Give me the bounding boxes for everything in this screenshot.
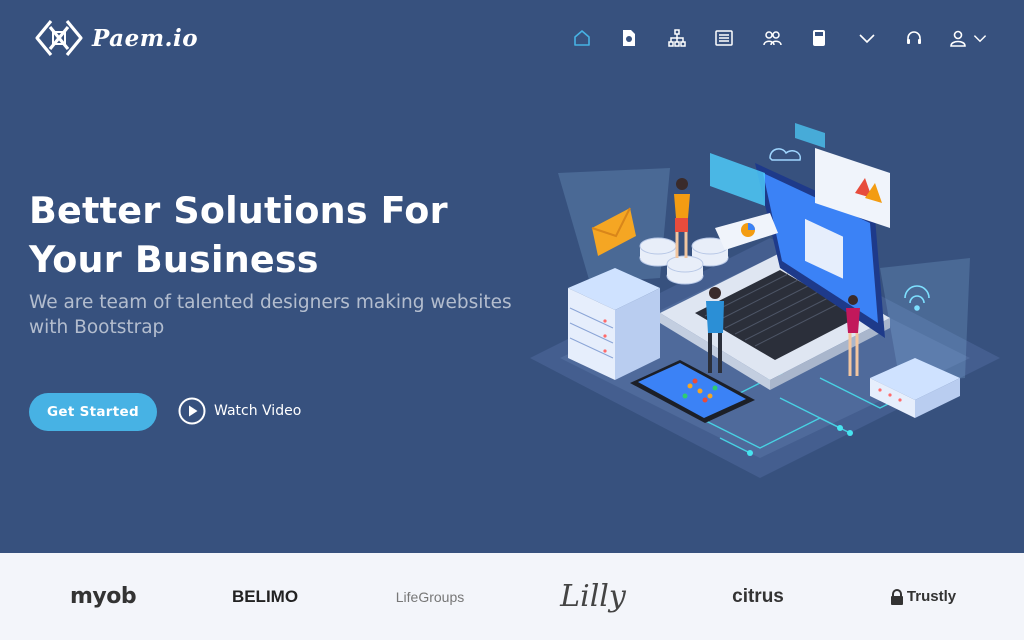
clients-strip: myob BELIMO LifeGroups Lilly citrus Trus… — [0, 553, 1024, 640]
client-logo-belimo: BELIMO — [231, 586, 299, 606]
client-logo-trustly: Trustly — [888, 553, 958, 640]
client-logo-lifegroups: LifeGroups — [395, 588, 465, 605]
nav-calculator[interactable] — [796, 24, 844, 52]
brand-logo[interactable]: Paem.io — [34, 16, 198, 60]
nav-documents[interactable] — [606, 24, 654, 52]
lock-icon — [890, 588, 903, 605]
nav-support[interactable] — [891, 24, 939, 52]
team-icon — [763, 31, 782, 46]
client-logo-citrus: citrus — [732, 585, 784, 607]
nav-user-menu[interactable] — [938, 24, 998, 52]
client-logo-lilly: Lilly — [560, 579, 626, 614]
sitemap-icon — [668, 29, 686, 47]
play-circle-icon — [178, 397, 206, 425]
headline-line-2: Your Business — [29, 238, 319, 281]
get-started-button[interactable]: Get Started — [29, 393, 157, 431]
nav-more-dropdown[interactable] — [843, 24, 891, 52]
watch-video-label: Watch Video — [214, 403, 302, 419]
trustly-wordmark: Trustly — [906, 588, 957, 605]
list-icon — [715, 30, 733, 46]
nav-team[interactable] — [748, 24, 796, 52]
brand-name: Paem.io — [92, 24, 199, 52]
bracket-x-icon — [35, 19, 83, 57]
hero-subheadline: We are team of talented designers making… — [29, 292, 512, 338]
hero-section: Paem.io Better Solutions For Your Busine… — [0, 0, 1024, 553]
client-logo-myob: myob — [69, 584, 137, 609]
calculator-icon — [813, 30, 826, 46]
user-icon — [950, 30, 966, 47]
main-nav — [558, 24, 998, 52]
home-icon — [573, 30, 590, 46]
watch-video-link[interactable]: Watch Video — [178, 397, 301, 425]
chevron-down-icon — [859, 34, 875, 44]
hero-headline: Better Solutions For Your Business — [29, 186, 549, 284]
document-icon — [623, 30, 636, 46]
hero-illustration — [530, 123, 1000, 478]
headset-icon — [907, 31, 922, 44]
chevron-down-icon — [973, 35, 987, 43]
nav-list[interactable] — [701, 24, 749, 52]
nav-structure[interactable] — [653, 24, 701, 52]
headline-line-1: Better Solutions For — [29, 189, 448, 232]
nav-home[interactable] — [558, 24, 606, 52]
